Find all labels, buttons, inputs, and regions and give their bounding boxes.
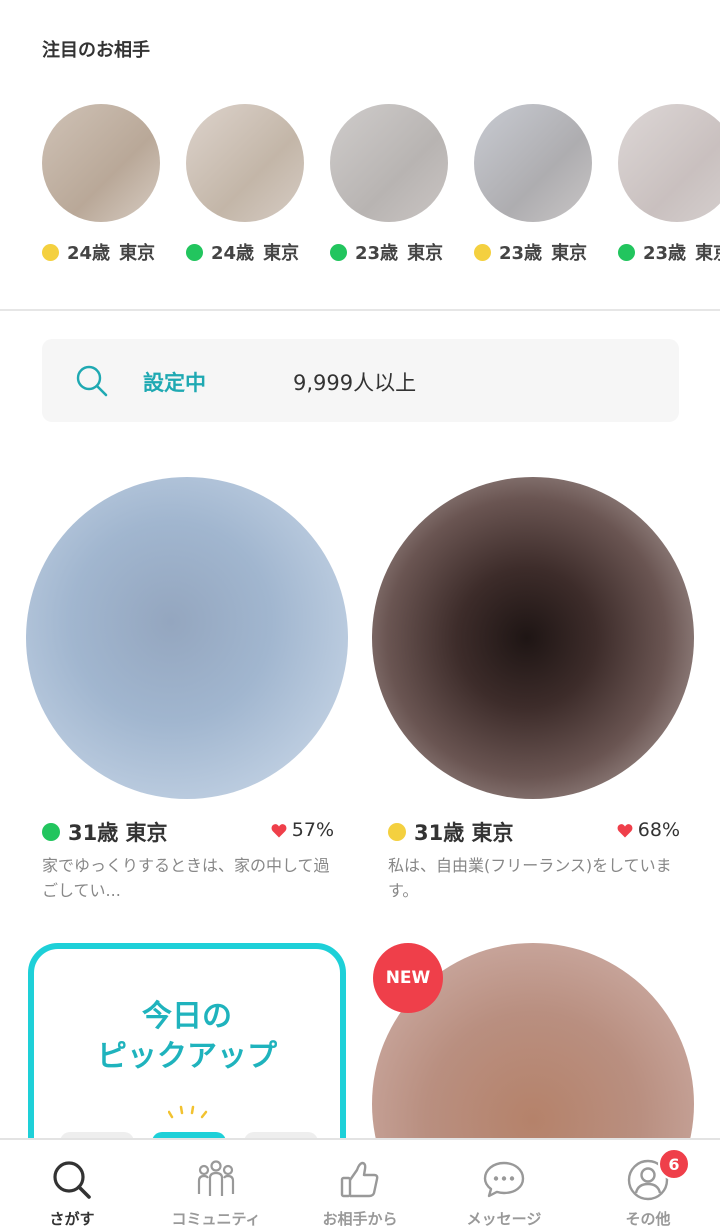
heart-icon bbox=[271, 823, 287, 837]
profile-age-location: 31歳 東京 bbox=[414, 817, 514, 847]
featured-section-title: 注目のお相手 bbox=[42, 40, 150, 61]
status-dot bbox=[42, 243, 59, 261]
featured-age: 23歳 bbox=[499, 243, 543, 264]
profile-location: 東京 bbox=[471, 821, 514, 845]
featured-meta: 23歳 東京 bbox=[330, 239, 443, 265]
featured-avatar[interactable] bbox=[618, 104, 720, 222]
new-badge: NEW bbox=[373, 943, 443, 1013]
status-dot bbox=[42, 823, 60, 841]
nav-item-messages[interactable]: メッセージ bbox=[432, 1140, 576, 1227]
sparkle-icon bbox=[168, 1105, 208, 1119]
featured-age: 24歳 bbox=[67, 243, 111, 264]
match-rate: 57% bbox=[271, 819, 334, 841]
profile-meta: 31歳 東京 57% bbox=[42, 817, 334, 847]
status-dot bbox=[618, 243, 635, 261]
featured-location: 東京 bbox=[263, 243, 300, 264]
profile-age: 31歳 bbox=[414, 821, 465, 845]
pickup-title-line2: ピックアップ bbox=[97, 1039, 277, 1074]
pickup-title-line1: 今日の bbox=[142, 999, 232, 1034]
featured-avatar[interactable] bbox=[474, 104, 592, 222]
search-result-count: 9,999人以上 bbox=[293, 371, 417, 395]
nav-label: お相手から bbox=[322, 1210, 398, 1227]
nav-item-community[interactable]: コミュニティ bbox=[144, 1140, 288, 1227]
profile-card[interactable]: 31歳 東京 68% 私は、自由業(フリーランス)をしています。 bbox=[372, 477, 702, 907]
featured-location: 東京 bbox=[695, 243, 720, 264]
featured-age: 23歳 bbox=[643, 243, 687, 264]
featured-list: 24歳 東京 24歳 東京 23歳 東京 23歳 東京 23歳 東京 bbox=[0, 104, 720, 274]
profile-photo[interactable] bbox=[372, 477, 694, 799]
pickup-title: 今日の ピックアップ bbox=[34, 997, 340, 1077]
featured-location: 東京 bbox=[551, 243, 588, 264]
notification-badge: 6 bbox=[658, 1148, 690, 1180]
featured-meta: 23歳 東京 bbox=[618, 239, 720, 265]
search-settings-bar[interactable]: 設定中 9,999人以上 bbox=[42, 339, 679, 422]
search-status-label: 設定中 bbox=[143, 371, 206, 395]
profile-age-location: 31歳 東京 bbox=[68, 817, 168, 847]
profile-location: 東京 bbox=[125, 821, 168, 845]
profile-card[interactable]: 31歳 東京 57% 家でゆっくりするときは、家の中して過ごしてい... bbox=[26, 477, 356, 907]
nav-item-search[interactable]: さがす bbox=[0, 1140, 144, 1227]
featured-age: 24歳 bbox=[211, 243, 255, 264]
nav-label: その他 bbox=[625, 1210, 671, 1227]
heart-icon bbox=[617, 823, 633, 837]
featured-location: 東京 bbox=[119, 243, 156, 264]
nav-label: さがす bbox=[49, 1210, 95, 1227]
featured-avatar[interactable] bbox=[186, 104, 304, 222]
match-percent: 57% bbox=[291, 819, 334, 841]
featured-avatar[interactable] bbox=[42, 104, 160, 222]
nav-label: メッセージ bbox=[466, 1210, 542, 1227]
featured-age: 23歳 bbox=[355, 243, 399, 264]
featured-meta: 24歳 東京 bbox=[186, 239, 299, 265]
thumbs-up-icon bbox=[340, 1161, 379, 1198]
chat-bubble-icon bbox=[483, 1161, 525, 1198]
nav-item-likes[interactable]: お相手から bbox=[288, 1140, 432, 1227]
search-icon bbox=[76, 365, 108, 397]
profile-description: 私は、自由業(フリーランス)をしています。 bbox=[388, 856, 672, 900]
featured-location: 東京 bbox=[407, 243, 444, 264]
profile-meta: 31歳 東京 68% bbox=[388, 817, 680, 847]
community-icon bbox=[197, 1160, 235, 1196]
match-rate: 68% bbox=[617, 819, 680, 841]
status-dot bbox=[474, 243, 491, 261]
section-divider bbox=[0, 309, 720, 311]
status-dot bbox=[330, 243, 347, 261]
profile-photo[interactable] bbox=[26, 477, 348, 799]
profile-age: 31歳 bbox=[68, 821, 119, 845]
featured-meta: 23歳 東京 bbox=[474, 239, 587, 265]
nav-item-other[interactable]: 6 その他 bbox=[576, 1140, 720, 1227]
featured-avatar[interactable] bbox=[330, 104, 448, 222]
bottom-navigation: さがす コミュニティ お相手から メッセージ 6 その他 bbox=[0, 1138, 720, 1227]
status-dot bbox=[388, 823, 406, 841]
featured-meta: 24歳 東京 bbox=[42, 239, 155, 265]
search-icon bbox=[53, 1161, 91, 1199]
profile-description: 家でゆっくりするときは、家の中して過ごしてい... bbox=[42, 856, 330, 900]
status-dot bbox=[186, 243, 203, 261]
match-percent: 68% bbox=[637, 819, 680, 841]
nav-label: コミュニティ bbox=[171, 1210, 261, 1227]
